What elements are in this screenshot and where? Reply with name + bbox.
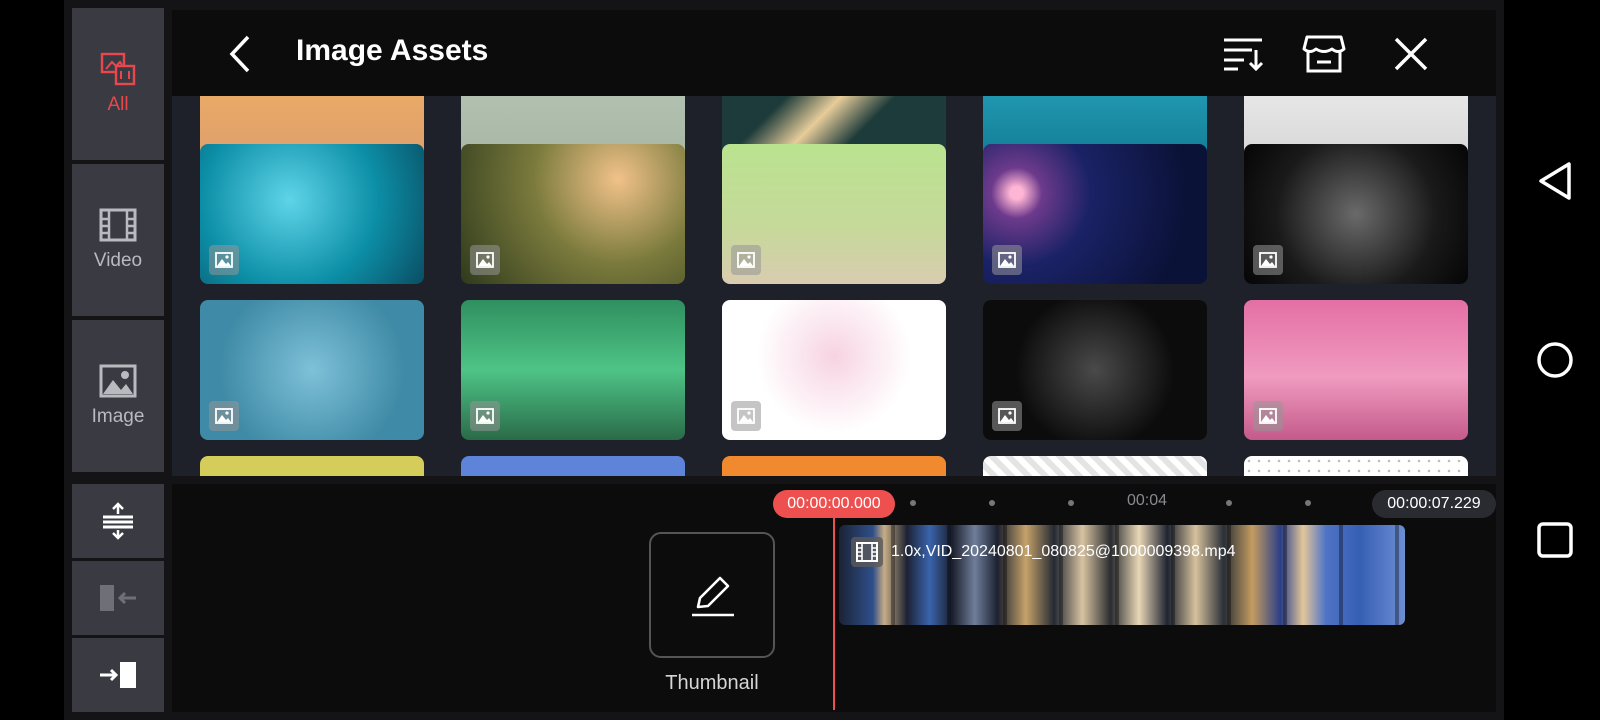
asset-tile-light-green[interactable] (722, 144, 946, 284)
chevron-left-icon (229, 35, 250, 73)
nav-recents-icon (1537, 522, 1573, 558)
close-button[interactable] (1383, 26, 1439, 82)
asset-tile-pink-gradient[interactable] (1244, 300, 1468, 440)
rail-label-image: Image (91, 406, 145, 427)
image-type-icon (1253, 401, 1283, 431)
asset-tile-hearts[interactable] (722, 300, 946, 440)
timeline-tick-label: 00:04 (1127, 492, 1168, 509)
timeline-tick (989, 500, 995, 506)
fit-timeline-button[interactable] (72, 484, 164, 558)
sort-icon (1224, 38, 1264, 72)
image-type-icon (1253, 245, 1283, 275)
image-type-icon (470, 245, 500, 275)
asset-tile-white-dots[interactable] (1244, 456, 1468, 476)
clip-film-icon (851, 537, 883, 567)
trim-left-button[interactable] (72, 561, 164, 635)
playhead-line[interactable] (833, 518, 835, 710)
image-type-icon (992, 245, 1022, 275)
image-type-icon (209, 245, 239, 275)
image-type-icon (209, 401, 239, 431)
asset-tile-blue-lens-flare[interactable] (983, 144, 1207, 284)
asset-tile-orange[interactable] (722, 456, 946, 476)
store-button[interactable] (1296, 26, 1352, 82)
nav-back-button[interactable] (1530, 156, 1580, 206)
timeline-tick (1226, 500, 1232, 506)
image-type-icon (731, 401, 761, 431)
image-type-icon (992, 401, 1022, 431)
image-type-icon (731, 245, 761, 275)
pencil-icon (692, 576, 734, 617)
thumbnail-label: Thumbnail (665, 672, 759, 694)
rail-item-all[interactable]: All (72, 8, 164, 160)
rail-label-video: Video (93, 250, 143, 271)
asset-tile-black-frame[interactable] (983, 300, 1207, 440)
nav-back-icon (1539, 162, 1571, 200)
asset-tile-checker[interactable] (983, 456, 1207, 476)
all-media-icon (100, 52, 136, 86)
fit-timeline-icon (103, 502, 133, 540)
video-clip[interactable]: 1.0x,VID_20240801_080825@1000009398.mp4 (839, 525, 1405, 625)
back-button[interactable] (212, 26, 268, 82)
end-time-badge: 00:00:07.229 (1372, 490, 1496, 518)
timeline-tick (1068, 500, 1074, 506)
timeline-tick (910, 500, 916, 506)
page-title: Image Assets (296, 34, 489, 67)
sort-button[interactable] (1216, 26, 1272, 82)
asset-tile-black-ornament[interactable] (1244, 144, 1468, 284)
trim-right-icon (100, 662, 136, 688)
asset-tile-yellow[interactable] (200, 456, 424, 476)
film-icon (99, 208, 137, 242)
trim-left-icon (100, 585, 136, 611)
store-icon (1302, 35, 1346, 73)
thumbnail-button[interactable] (649, 532, 775, 658)
close-icon (1394, 37, 1428, 71)
current-time-badge: 00:00:00.000 (773, 490, 895, 518)
asset-tile-blue-globe[interactable] (200, 300, 424, 440)
nav-home-button[interactable] (1530, 335, 1580, 385)
clip-frames (839, 525, 1405, 625)
asset-tile-green-trees[interactable] (461, 300, 685, 440)
rail-item-video[interactable]: Video (72, 164, 164, 316)
nav-home-icon (1537, 342, 1573, 378)
header-bar: Image Assets (172, 10, 1496, 96)
image-asset-grid (172, 96, 1496, 476)
trim-right-button[interactable] (72, 638, 164, 712)
rail-item-image[interactable]: Image (72, 320, 164, 472)
rail-label-all: All (107, 94, 129, 115)
clip-name: 1.0x,VID_20240801_080825@1000009398.mp4 (891, 543, 1236, 560)
timeline-tick (1305, 500, 1311, 506)
asset-tile-blue[interactable] (461, 456, 685, 476)
asset-tile-underwater-bubbles[interactable] (200, 144, 424, 284)
asset-tile-grass-bokeh[interactable] (461, 144, 685, 284)
image-icon (99, 364, 137, 398)
image-type-icon (470, 401, 500, 431)
nav-recents-button[interactable] (1530, 515, 1580, 565)
